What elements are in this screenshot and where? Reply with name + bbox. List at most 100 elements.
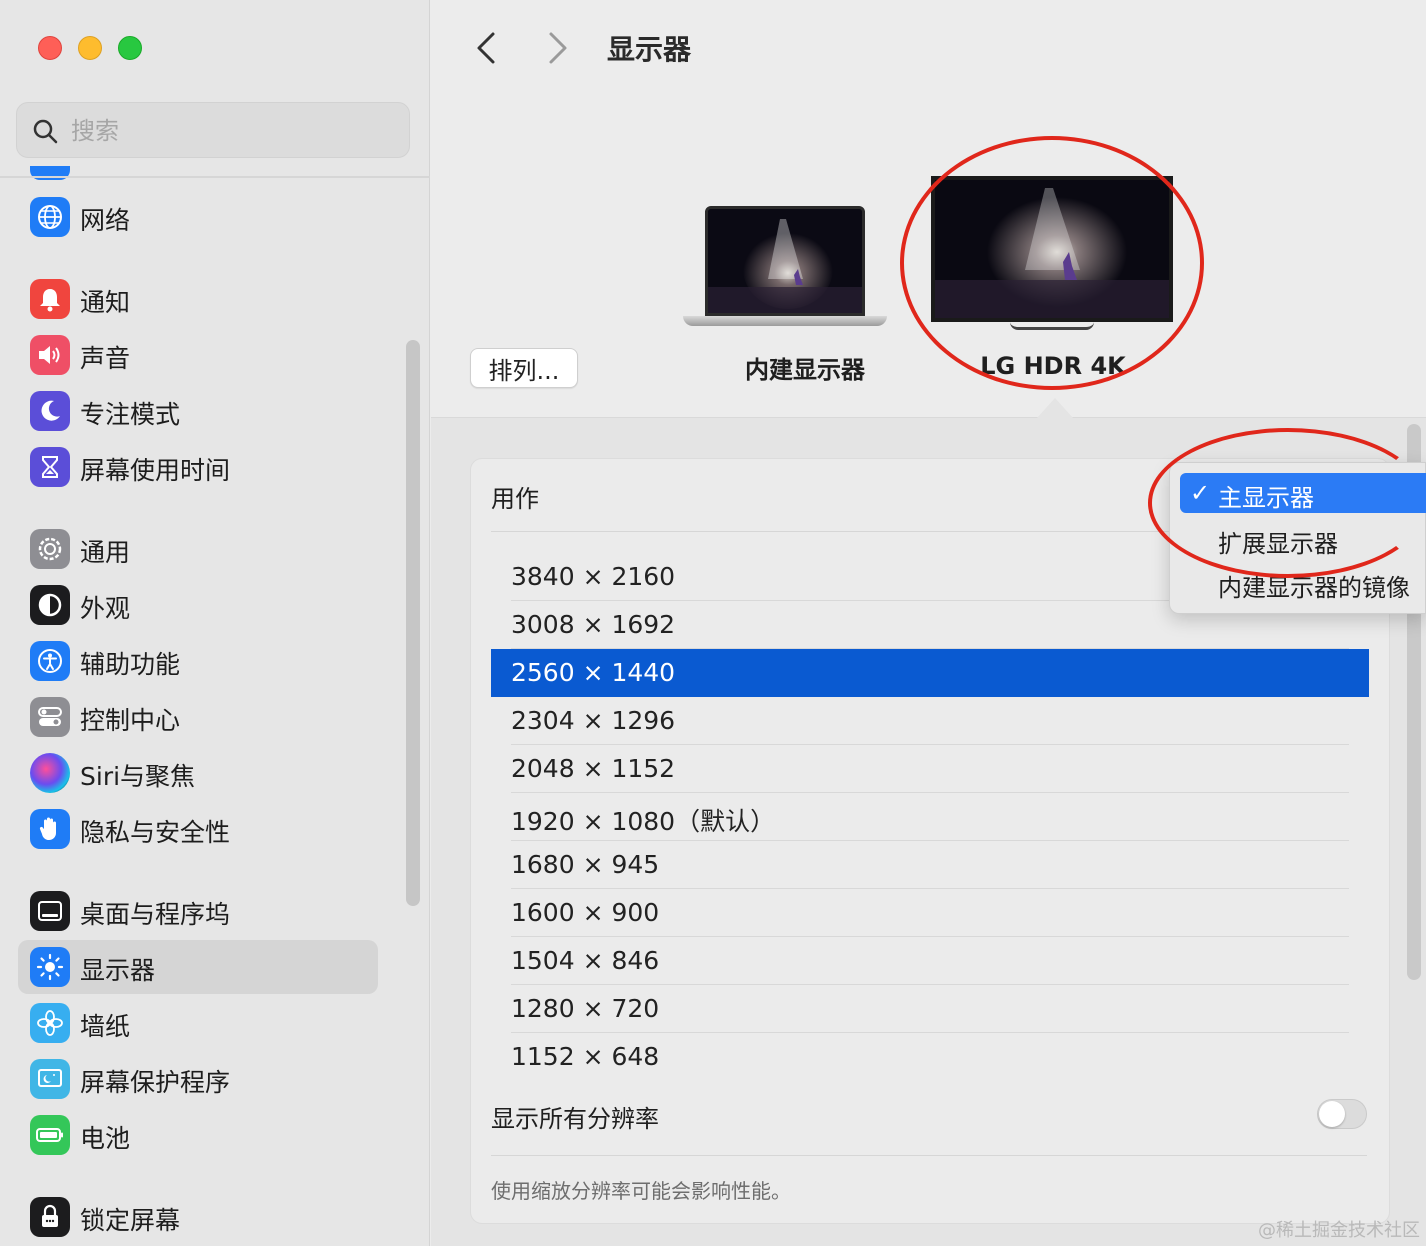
sidebar-item-desktop-dock[interactable]: 桌面与程序坞 [18,884,378,938]
resolution-option[interactable]: 1152 × 648 [491,1033,1369,1081]
sidebar-item-displays[interactable]: 显示器 [18,940,378,994]
display-arrangement-area: 排列... 内建显示器 LG HDR 4K [431,90,1426,418]
sidebar-item-wallpaper[interactable]: 墙纸 [18,996,378,1050]
watermark: @稀土掘金技术社区 [1258,1220,1420,1241]
flower-icon [30,1003,70,1043]
sidebar-item-privacy-security[interactable]: 隐私与安全性 [18,802,378,856]
resolution-label: 3840 × 2160 [511,562,676,591]
gear-icon [30,529,70,569]
search-box[interactable] [16,102,410,158]
sidebar-divider [0,176,430,178]
show-all-resolutions-toggle[interactable] [1317,1099,1367,1129]
external-display-label: LG HDR 4K [980,352,1126,380]
close-window-button[interactable] [38,36,62,60]
sidebar-item-label: Siri与聚焦 [80,762,196,791]
external-display-thumbnail[interactable] [931,176,1173,330]
sidebar-item-siri-spotlight[interactable]: Siri与聚焦 [18,746,378,800]
resolution-option[interactable]: 1504 × 846 [491,937,1369,985]
hand-icon [30,809,70,849]
sidebar-item-label: 声音 [80,344,131,373]
resolution-list: 3840 × 2160 3008 × 1692 2560 × 1440 2304… [491,553,1369,1081]
toggles-icon [30,697,70,737]
sidebar-item-label: 控制中心 [80,706,181,735]
sidebar-item-network[interactable]: 网络 [18,190,378,244]
sidebar-scrollbar[interactable] [406,340,420,906]
page-title: 显示器 [607,33,692,66]
zoom-window-button[interactable] [118,36,142,60]
forward-chevron-icon[interactable] [539,28,575,68]
sidebar-item-screen-saver[interactable]: 屏幕保护程序 [18,1052,378,1106]
sidebar-item-label: 墙纸 [80,1012,131,1041]
siri-icon [30,753,70,793]
sidebar-item-notifications[interactable]: 通知 [18,272,378,326]
sidebar-item-label: 隐私与安全性 [80,818,231,847]
menu-item-main-display[interactable]: ✓ 主显示器 [1180,473,1426,513]
minimize-window-button[interactable] [78,36,102,60]
resolution-label: 2048 × 1152 [511,754,676,783]
builtin-display-thumbnail[interactable] [683,206,887,326]
sidebar-item-label: 通用 [80,538,131,567]
resolution-label: 3008 × 1692 [511,610,676,639]
search-icon [33,119,58,144]
sidebar-item-label: 显示器 [80,956,156,985]
sidebar-item-screen-time[interactable]: 屏幕使用时间 [18,440,378,494]
back-chevron-icon[interactable] [469,28,505,68]
sidebar-item-label: 外观 [80,594,131,623]
divider [491,1155,1367,1156]
sidebar-item-sound[interactable]: 声音 [18,328,378,382]
use-as-label: 用作 [491,485,539,513]
sidebar-item-label: 网络 [80,206,131,235]
resolution-option-selected[interactable]: 2560 × 1440 [491,649,1369,697]
builtin-display-label: 内建显示器 [745,356,865,384]
sidebar-item-label: 桌面与程序坞 [80,900,231,929]
sidebar-item-label: 锁定屏幕 [80,1206,181,1235]
battery-icon [30,1115,70,1155]
moon-icon [30,391,70,431]
use-as-menu: ✓ 主显示器 扩展显示器 内建显示器的镜像 [1169,462,1426,614]
sidebar-item-appearance[interactable]: 外观 [18,578,378,632]
sidebar-item-general[interactable]: 通用 [18,522,378,576]
resolution-option[interactable]: 1280 × 720 [491,985,1369,1033]
bell-icon [30,279,70,319]
resolution-option[interactable]: 1680 × 945 [491,841,1369,889]
selection-pointer [1037,398,1073,418]
resolution-option[interactable]: 1600 × 900 [491,889,1369,937]
accessibility-icon [30,641,70,681]
appearance-icon [30,585,70,625]
resolution-label: 1680 × 945 [511,850,660,879]
search-input[interactable] [71,113,391,149]
sidebar-item-lock-screen[interactable]: 锁定屏幕 [18,1190,378,1244]
sidebar-item-control-center[interactable]: 控制中心 [18,690,378,744]
sidebar-item-label: 屏幕保护程序 [80,1068,231,1097]
show-all-resolutions-label: 显示所有分辨率 [491,1105,659,1133]
menu-item-label: 主显示器 [1218,484,1314,512]
lock-icon [30,1197,70,1237]
menu-item-label: 内建显示器的镜像 [1218,574,1410,602]
resolution-label: 1600 × 900 [511,898,660,927]
sidebar-item-label: 通知 [80,288,131,317]
menu-item-mirror-builtin[interactable]: 内建显示器的镜像 [1180,563,1426,603]
sidebar-item-battery[interactable]: 电池 [18,1108,378,1162]
sidebar-item-accessibility[interactable]: 辅助功能 [18,634,378,688]
sidebar: 网络 通知 声音 专注模式 屏幕使用时间 通用 外观 [0,0,430,1246]
menu-item-extended-display[interactable]: 扩展显示器 [1180,519,1426,559]
toggle-knob [1319,1101,1345,1127]
resolution-option[interactable]: 2304 × 1296 [491,697,1369,745]
sidebar-item-label: 辅助功能 [80,650,181,679]
monitor-screen [931,176,1173,322]
sidebar-item-focus[interactable]: 专注模式 [18,384,378,438]
resolution-option[interactable]: 2048 × 1152 [491,745,1369,793]
performance-note: 使用缩放分辨率可能会影响性能。 [491,1179,791,1203]
sidebar-item-label: 专注模式 [80,400,181,429]
screensaver-icon [30,1059,70,1099]
resolution-option[interactable]: 1920 × 1080（默认） [491,793,1369,841]
checkmark-icon: ✓ [1190,479,1211,507]
monitor-stand [1010,322,1094,330]
sidebar-item-label: 电池 [80,1124,131,1153]
main-pane: 显示器 排列... 内建显示器 LG HDR 4K 用作 3840 × 2160… [431,0,1426,1246]
arrange-button[interactable]: 排列... [470,348,578,388]
resolution-label: 1920 × 1080（默认） [511,807,776,836]
globe-icon [30,197,70,237]
dock-icon [30,891,70,931]
sun-icon [30,947,70,987]
